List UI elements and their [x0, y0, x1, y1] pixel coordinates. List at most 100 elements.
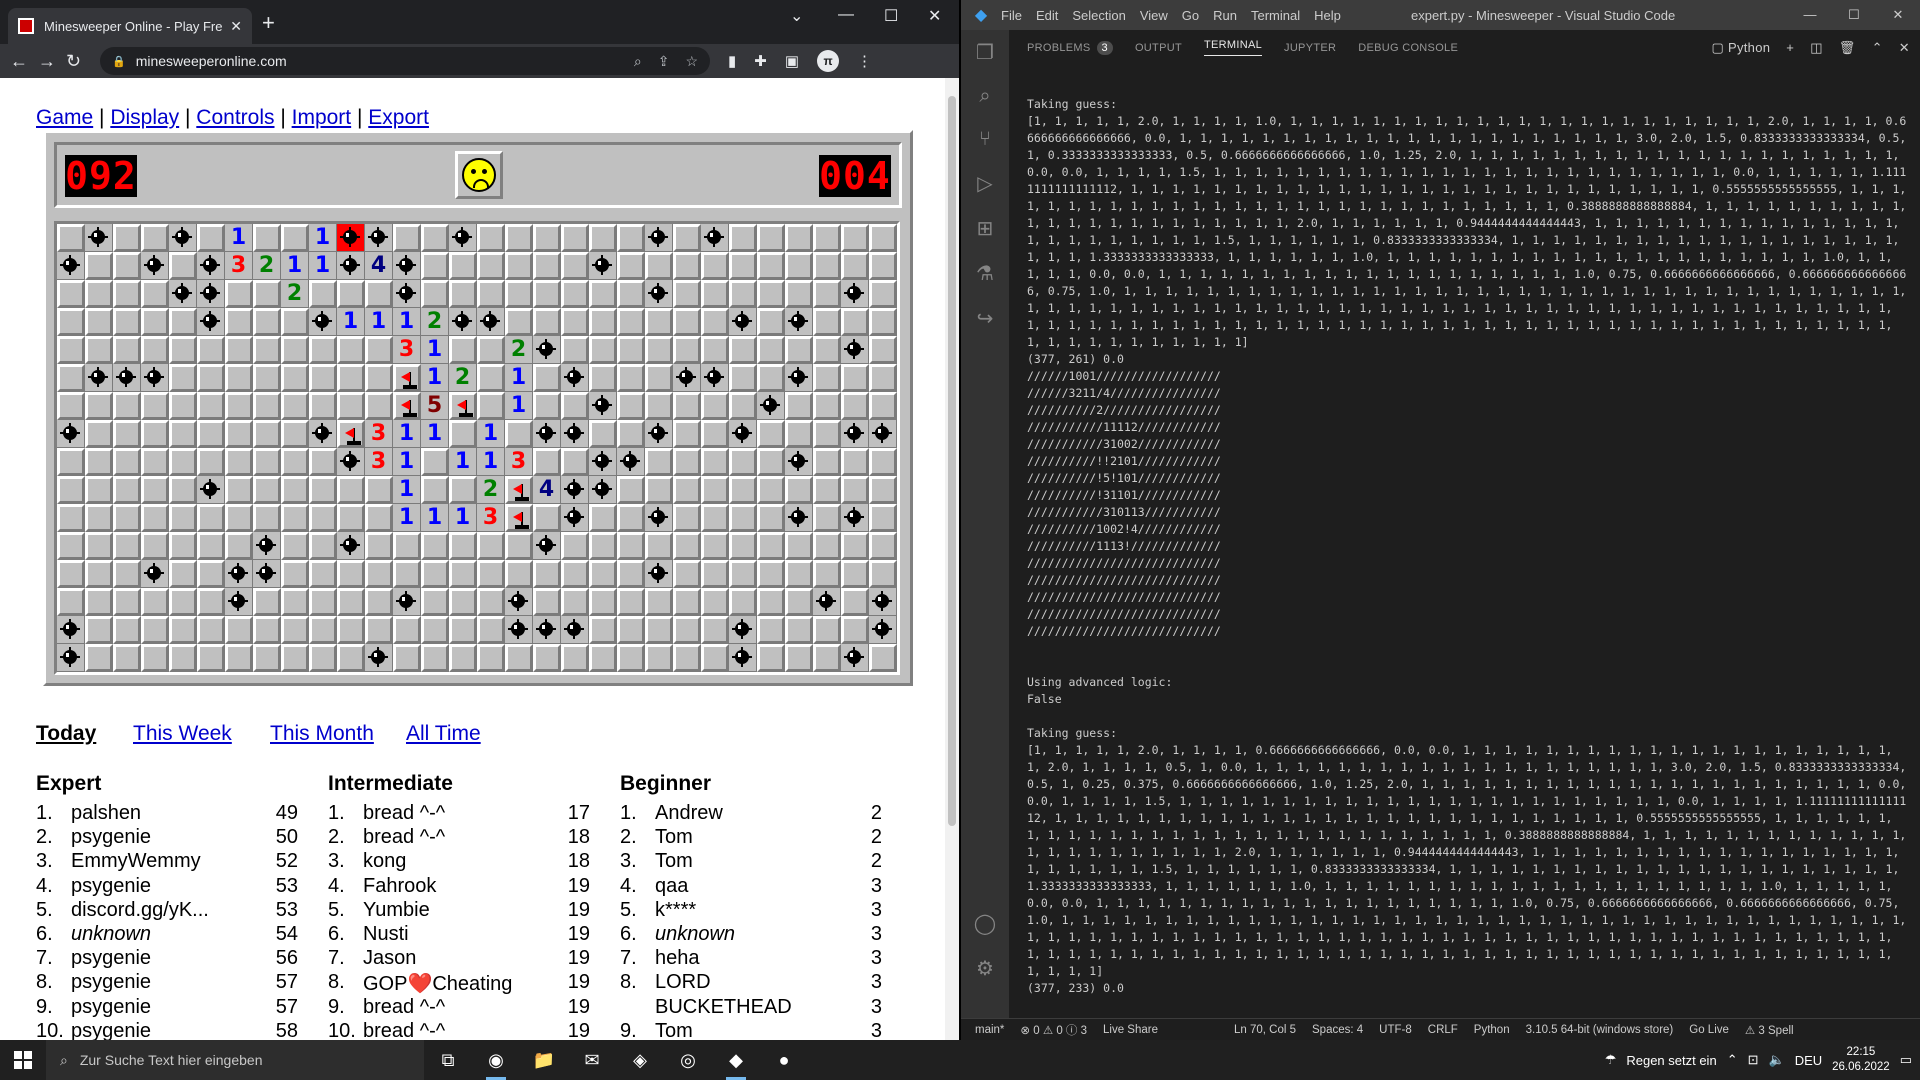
- mine-cell[interactable]: [589, 476, 617, 504]
- mine-cell[interactable]: [841, 420, 869, 448]
- unopened-cell[interactable]: [505, 560, 533, 588]
- menu-item[interactable]: Edit: [1036, 8, 1058, 23]
- mine-cell[interactable]: [561, 616, 589, 644]
- player-name[interactable]: EmmyWemmy: [71, 850, 201, 873]
- unopened-cell[interactable]: [757, 336, 785, 364]
- unopened-cell[interactable]: [421, 588, 449, 616]
- share-icon[interactable]: ⇪: [658, 53, 670, 70]
- unopened-cell[interactable]: [281, 644, 309, 672]
- unopened-cell[interactable]: [365, 588, 393, 616]
- menu-item[interactable]: View: [1140, 8, 1168, 23]
- unopened-cell[interactable]: [841, 392, 869, 420]
- mine-cell[interactable]: [869, 420, 897, 448]
- unopened-cell[interactable]: [85, 336, 113, 364]
- number-cell[interactable]: 1: [477, 420, 505, 448]
- player-name[interactable]: psygenie: [71, 971, 151, 994]
- unopened-cell[interactable]: [645, 392, 673, 420]
- mine-cell[interactable]: [645, 280, 673, 308]
- unopened-cell[interactable]: [617, 224, 645, 252]
- unopened-cell[interactable]: [337, 364, 365, 392]
- unopened-cell[interactable]: [645, 336, 673, 364]
- unopened-cell[interactable]: [841, 224, 869, 252]
- github-icon[interactable]: ●: [760, 1040, 808, 1080]
- unopened-cell[interactable]: [869, 532, 897, 560]
- unopened-cell[interactable]: [253, 392, 281, 420]
- unopened-cell[interactable]: [477, 588, 505, 616]
- menu-item[interactable]: Go: [1182, 8, 1199, 23]
- unopened-cell[interactable]: [225, 280, 253, 308]
- unopened-cell[interactable]: [113, 224, 141, 252]
- player-name[interactable]: palshen: [71, 802, 141, 825]
- unopened-cell[interactable]: [449, 336, 477, 364]
- unopened-cell[interactable]: [225, 420, 253, 448]
- mine-cell[interactable]: [449, 224, 477, 252]
- tab-search-icon[interactable]: ⌄: [790, 6, 803, 26]
- player-name[interactable]: bread ^-^: [363, 1020, 445, 1040]
- maximize-panel-icon[interactable]: ⌃: [1872, 40, 1883, 56]
- unopened-cell[interactable]: [477, 252, 505, 280]
- flagged-cell[interactable]: [449, 392, 477, 420]
- unopened-cell[interactable]: [169, 532, 197, 560]
- player-name[interactable]: kong: [363, 850, 406, 873]
- unopened-cell[interactable]: [757, 588, 785, 616]
- player-name[interactable]: BUCKETHEAD: [655, 996, 792, 1019]
- browser-menu-icon[interactable]: ⋮: [857, 52, 872, 70]
- unopened-cell[interactable]: [225, 448, 253, 476]
- unopened-cell[interactable]: [421, 476, 449, 504]
- unopened-cell[interactable]: [785, 224, 813, 252]
- number-cell[interactable]: 1: [393, 420, 421, 448]
- unopened-cell[interactable]: [169, 336, 197, 364]
- unopened-cell[interactable]: [477, 644, 505, 672]
- unopened-cell[interactable]: [309, 644, 337, 672]
- unopened-cell[interactable]: [225, 308, 253, 336]
- unopened-cell[interactable]: [757, 532, 785, 560]
- unopened-cell[interactable]: [813, 308, 841, 336]
- unopened-cell[interactable]: [449, 616, 477, 644]
- unopened-cell[interactable]: [309, 448, 337, 476]
- unopened-cell[interactable]: [729, 252, 757, 280]
- unopened-cell[interactable]: [141, 644, 169, 672]
- unopened-cell[interactable]: [253, 364, 281, 392]
- close-panel-icon[interactable]: ✕: [1899, 40, 1910, 56]
- unopened-cell[interactable]: [785, 616, 813, 644]
- unopened-cell[interactable]: [365, 476, 393, 504]
- zoom-icon[interactable]: ⌕: [634, 53, 642, 70]
- status-item[interactable]: ⊗ 0 ⚠ 0 ⓘ 3: [1020, 1022, 1087, 1038]
- profile-avatar[interactable]: π: [817, 50, 840, 72]
- unopened-cell[interactable]: [729, 476, 757, 504]
- volume-icon[interactable]: 🔈: [1769, 1052, 1785, 1068]
- flagged-cell[interactable]: [337, 420, 365, 448]
- mine-cell[interactable]: [57, 644, 85, 672]
- unopened-cell[interactable]: [449, 644, 477, 672]
- mine-cell[interactable]: [757, 392, 785, 420]
- vscode-taskbar-icon[interactable]: ◆: [712, 1040, 760, 1080]
- menu-item[interactable]: File: [1001, 8, 1022, 23]
- status-item[interactable]: CRLF: [1428, 1024, 1458, 1036]
- bookmark-star-icon[interactable]: ☆: [685, 53, 698, 70]
- unopened-cell[interactable]: [617, 504, 645, 532]
- unopened-cell[interactable]: [701, 504, 729, 532]
- number-cell[interactable]: 1: [421, 364, 449, 392]
- unopened-cell[interactable]: [869, 476, 897, 504]
- player-name[interactable]: Andrew: [655, 802, 723, 825]
- unopened-cell[interactable]: [85, 280, 113, 308]
- tab-output[interactable]: OUTPUT: [1135, 42, 1182, 54]
- unopened-cell[interactable]: [57, 504, 85, 532]
- number-cell[interactable]: 3: [225, 252, 253, 280]
- unopened-cell[interactable]: [309, 392, 337, 420]
- spotify-icon[interactable]: ◎: [664, 1040, 712, 1080]
- unopened-cell[interactable]: [869, 224, 897, 252]
- unopened-cell[interactable]: [337, 476, 365, 504]
- unopened-cell[interactable]: [617, 588, 645, 616]
- mine-cell[interactable]: [645, 560, 673, 588]
- unopened-cell[interactable]: [281, 448, 309, 476]
- number-cell[interactable]: 2: [421, 308, 449, 336]
- player-name[interactable]: bread ^-^: [363, 802, 445, 825]
- mine-cell[interactable]: [141, 560, 169, 588]
- flagged-cell[interactable]: [393, 364, 421, 392]
- extensions-icon[interactable]: ⊞: [977, 216, 994, 241]
- maximize-button[interactable]: ☐: [1832, 0, 1876, 30]
- unopened-cell[interactable]: [449, 252, 477, 280]
- unopened-cell[interactable]: [505, 308, 533, 336]
- flagged-cell[interactable]: [505, 504, 533, 532]
